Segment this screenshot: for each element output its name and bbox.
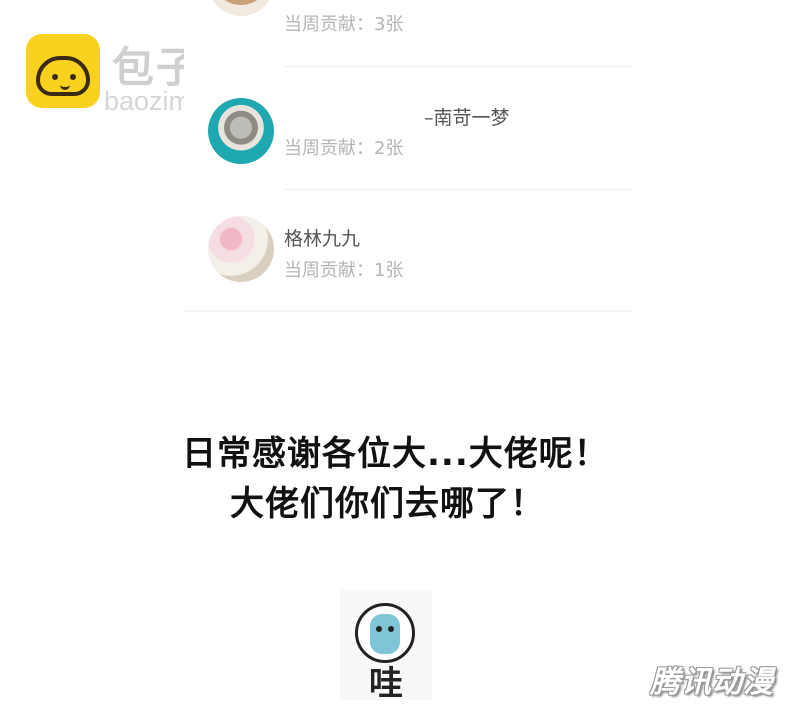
list-item[interactable]: 格林九九 当周贡献：1张 — [184, 190, 632, 312]
contribution-count: 当周贡献：3张 — [284, 14, 404, 35]
kitten-avatar-icon — [208, 98, 274, 164]
wow-sticker: 哇 — [340, 590, 432, 704]
list-item[interactable]: –南苛一梦 当周贡献：2张 — [184, 68, 632, 190]
baozi-logo-icon — [26, 34, 100, 108]
message-line-2: 大佬们你们去哪了！ — [230, 484, 545, 524]
logo-mouth — [60, 82, 70, 90]
tencent-comic-watermark: 腾讯动漫 — [650, 665, 774, 700]
contributor-list: 当周贡献：3张 –南苛一梦 当周贡献：2张 格林九九 当周贡献：1张 — [184, 0, 632, 322]
bun-shape — [36, 56, 90, 96]
contributor-name: 格林九九 — [284, 228, 361, 250]
face-blob — [370, 614, 400, 654]
logo-eye-right — [70, 74, 76, 80]
girl-avatar-icon — [208, 0, 274, 16]
sticker-eye-left — [376, 626, 382, 632]
sticker-eye-right — [388, 626, 394, 632]
sticker-label: 哇 — [369, 664, 403, 704]
list-item[interactable]: 当周贡献：3张 — [184, 0, 632, 67]
contributor-name: –南苛一梦 — [424, 107, 510, 129]
row-divider — [284, 66, 632, 67]
contribution-count: 当周贡献：1张 — [284, 260, 404, 281]
message-line-1: 日常感谢各位大...大佬呢！ — [182, 434, 609, 474]
contribution-count: 当周贡献：2张 — [284, 138, 404, 159]
crying-face-icon — [355, 603, 415, 663]
logo-eye-left — [52, 74, 58, 80]
panel-bottom-edge — [184, 310, 632, 312]
blossom-avatar-icon — [208, 216, 274, 282]
